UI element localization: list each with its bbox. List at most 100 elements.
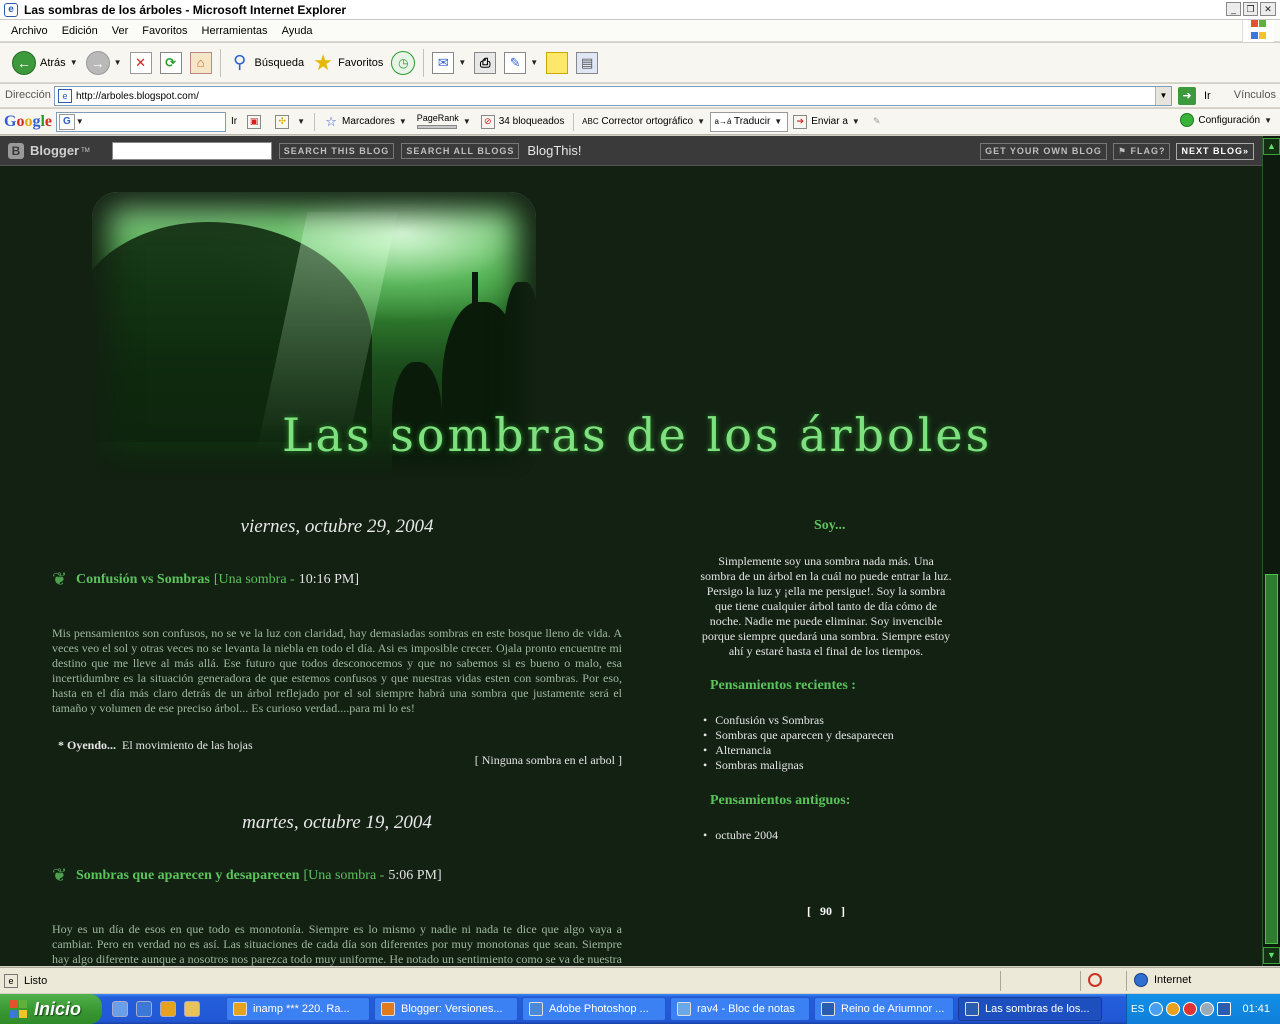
stop-button[interactable]: ✕ xyxy=(126,47,156,79)
comments-link[interactable]: [ Ninguna sombra en el arbol ] xyxy=(300,753,622,768)
status-dot-icon xyxy=(1180,113,1195,127)
next-blog-button[interactable]: NEXT BLOG» xyxy=(1176,143,1254,160)
address-field[interactable]: e ▼ xyxy=(54,86,1172,106)
refresh-button[interactable]: ⟳ xyxy=(156,47,186,79)
research-button[interactable]: ▤ xyxy=(572,47,602,79)
windows-flag-icon xyxy=(1242,20,1274,42)
google-go-button[interactable]: Ir xyxy=(226,116,242,127)
minimize-button[interactable]: _ xyxy=(1226,2,1241,16)
spellcheck-button[interactable]: ABC Corrector ortográfico ▼ xyxy=(578,115,710,129)
menu-ayuda[interactable]: Ayuda xyxy=(275,25,320,37)
history-button[interactable]: ◷ xyxy=(387,47,419,79)
chevron-down-icon: ▼ xyxy=(1264,115,1272,125)
forward-button[interactable]: → ▼ xyxy=(82,47,126,79)
send-to-button[interactable]: ➔ Enviar a ▼ xyxy=(788,114,865,129)
search-this-blog-button[interactable]: SEARCH THIS BLOG xyxy=(278,142,395,159)
blogger-navbar: B Blogger TM SEARCH THIS BLOG SEARCH ALL … xyxy=(0,136,1262,166)
bookmarks-button[interactable]: ☆ Marcadores ▼ xyxy=(319,114,412,129)
highlight-button[interactable]: ✎ xyxy=(865,115,893,129)
flag-button[interactable]: ⚑ FLAG? xyxy=(1112,143,1171,160)
chevron-down-icon[interactable]: ▼ xyxy=(76,117,84,126)
blogger-tray-icon[interactable] xyxy=(1217,1002,1232,1016)
puzzle-icon: ✣ xyxy=(275,114,290,129)
menu-ver[interactable]: Ver xyxy=(105,25,136,37)
pagerank-button[interactable]: PageRank ▼ xyxy=(412,114,476,129)
google-logo[interactable]: Google xyxy=(4,113,52,131)
antivirus-icon[interactable] xyxy=(1183,1002,1198,1016)
close-button[interactable]: ✕ xyxy=(1260,2,1276,16)
edit-button[interactable]: ✎ ▼ xyxy=(500,47,542,79)
taskbar-task[interactable]: inamp *** 220. Ra... xyxy=(226,997,370,1021)
language-indicator[interactable]: ES xyxy=(1131,1004,1144,1015)
taskbar-task-active[interactable]: Las sombras de los... xyxy=(958,997,1102,1021)
ie-icon[interactable] xyxy=(136,1001,152,1017)
popup-blocked-icon[interactable] xyxy=(1088,973,1102,987)
send-icon: ➔ xyxy=(793,114,808,129)
chevron-down-icon[interactable]: ▼ xyxy=(1155,87,1171,105)
menu-favoritos[interactable]: Favoritos xyxy=(135,25,194,37)
back-button[interactable]: ← Atrás ▼ xyxy=(8,47,82,79)
recent-post-link[interactable]: Alternancia xyxy=(703,743,894,758)
notes-button[interactable] xyxy=(542,47,572,79)
google-options-button[interactable]: ✣ ▼ xyxy=(270,114,310,129)
popup-blocker-button[interactable]: ⊘ 34 bloqueados xyxy=(476,114,570,129)
taskbar-task[interactable]: rav4 - Bloc de notas xyxy=(670,997,810,1021)
menu-archivo[interactable]: Archivo xyxy=(4,25,55,37)
winamp-icon[interactable] xyxy=(184,1001,200,1017)
post-title-link[interactable]: Sombras que aparecen y desaparecen xyxy=(76,868,299,884)
chevron-down-icon[interactable]: ▼ xyxy=(458,58,466,67)
recent-post-link[interactable]: Sombras malignas xyxy=(703,758,894,773)
taskbar-task[interactable]: Adobe Photoshop ... xyxy=(522,997,666,1021)
menu-edicion[interactable]: Edición xyxy=(55,25,105,37)
expand-tray-icon[interactable] xyxy=(1149,1002,1164,1016)
about-text: Simplemente soy una sombra nada más. Una… xyxy=(700,554,952,658)
mail-button[interactable]: ✉ ▼ xyxy=(428,47,470,79)
chevron-down-icon[interactable]: ▼ xyxy=(114,58,122,67)
archive-link[interactable]: octubre 2004 xyxy=(703,828,778,843)
winamp-tray-icon[interactable] xyxy=(1166,1002,1181,1016)
recent-post-link[interactable]: Confusión vs Sombras xyxy=(703,713,894,728)
google-search-input[interactable] xyxy=(87,116,226,127)
search-all-blogs-button[interactable]: SEARCH ALL BLOGS xyxy=(401,142,520,159)
home-button[interactable]: ⌂ xyxy=(186,47,216,79)
post-title-link[interactable]: Confusión vs Sombras xyxy=(76,572,210,588)
post-time[interactable]: 10:16 PM xyxy=(299,572,355,588)
window-title: Las sombras de los árboles - Microsoft I… xyxy=(24,2,347,17)
address-input[interactable] xyxy=(76,90,1146,102)
go-button[interactable]: ➜ Ir xyxy=(1178,87,1211,105)
vertical-scrollbar[interactable]: ▲ ▼ xyxy=(1262,136,1280,966)
google-settings-button[interactable]: Configuración ▼ xyxy=(1180,113,1272,127)
post-author[interactable]: [Una sombra - xyxy=(214,572,295,588)
chevron-down-icon[interactable]: ▼ xyxy=(70,58,78,67)
blog-title[interactable]: Las sombras de los árboles xyxy=(282,408,992,462)
blogger-logo[interactable]: B Blogger TM xyxy=(8,142,90,159)
search-button[interactable]: ⚲ Búsqueda xyxy=(225,47,309,79)
recent-post-link[interactable]: Sombras que aparecen y desaparecen xyxy=(703,728,894,743)
scroll-up-arrow[interactable]: ▲ xyxy=(1263,138,1280,155)
blogger-icon: B xyxy=(8,142,24,159)
taskbar-task[interactable]: Reino de Ariumnor ... xyxy=(814,997,954,1021)
links-label[interactable]: Vínculos xyxy=(1234,89,1276,101)
print-button[interactable]: ⎙ xyxy=(470,47,500,79)
post-author[interactable]: [Una sombra - xyxy=(303,868,384,884)
scroll-down-arrow[interactable]: ▼ xyxy=(1263,947,1280,964)
desktop-icon[interactable] xyxy=(112,1001,128,1017)
translate-button[interactable]: a→á Traducir ▼ xyxy=(709,111,789,132)
google-news-button[interactable]: ▣ xyxy=(242,114,270,129)
blogthis-link[interactable]: BlogThis! xyxy=(527,143,581,158)
menu-herramientas[interactable]: Herramientas xyxy=(195,25,275,37)
chevron-down-icon[interactable]: ▼ xyxy=(530,58,538,67)
maximize-button[interactable]: ❐ xyxy=(1243,2,1258,16)
get-your-own-blog-button[interactable]: GET YOUR OWN BLOG xyxy=(980,143,1107,160)
post-time[interactable]: 5:06 PM xyxy=(388,868,437,884)
google-g-icon[interactable]: G xyxy=(59,113,75,130)
start-button[interactable]: Inicio xyxy=(0,994,102,1024)
blog-search-input[interactable] xyxy=(111,141,272,160)
scroll-thumb[interactable] xyxy=(1265,574,1278,944)
window-titlebar: e Las sombras de los árboles - Microsoft… xyxy=(0,0,1280,20)
media-icon[interactable] xyxy=(160,1001,176,1017)
google-search-field[interactable]: G ▼ xyxy=(56,111,227,132)
taskbar-task[interactable]: Blogger: Versiones... xyxy=(374,997,518,1021)
favorites-button[interactable]: ★ Favoritos xyxy=(308,47,387,79)
network-icon[interactable] xyxy=(1200,1002,1215,1016)
